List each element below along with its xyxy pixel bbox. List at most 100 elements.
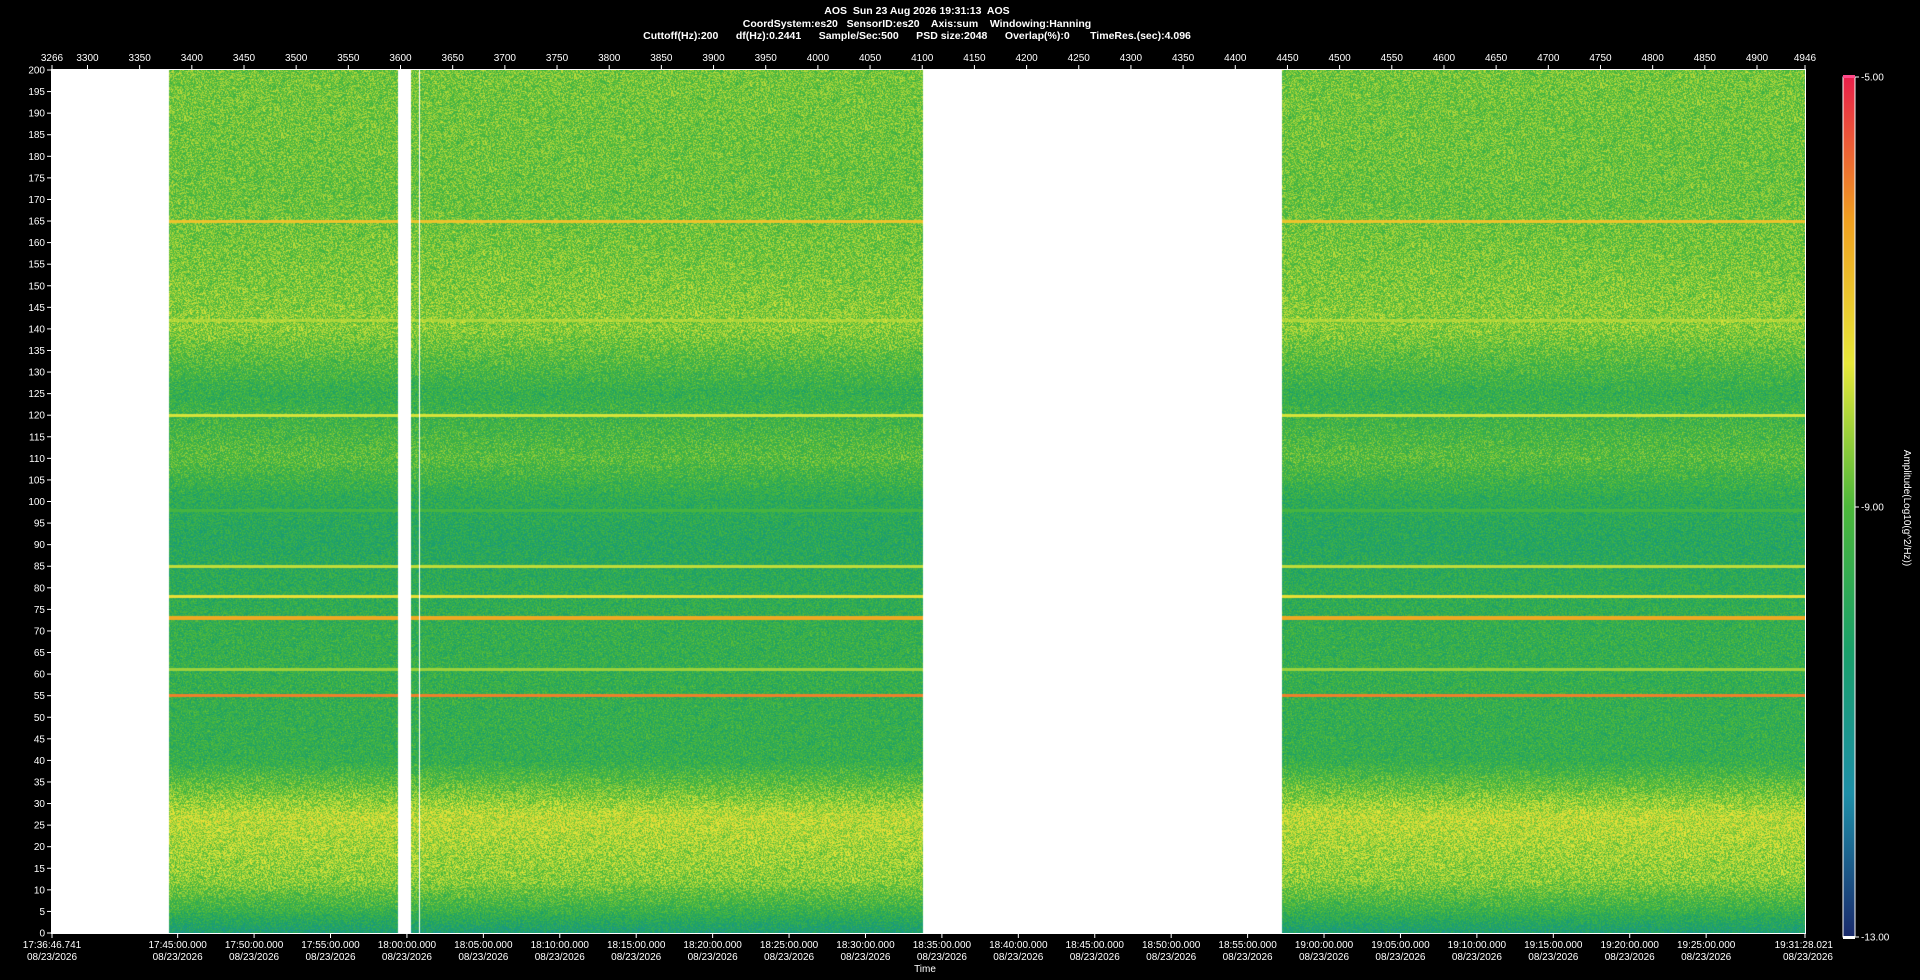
x-tick-time-label: 19:10:00.000: [1448, 940, 1507, 951]
x-tick-time-label: 18:10:00.000: [531, 940, 590, 951]
top-tick-label: 4100: [911, 53, 934, 64]
colorbar-tick-label: -13.00: [1861, 933, 1890, 944]
y-tick-label: 35: [34, 777, 46, 788]
y-tick-label: 190: [28, 109, 45, 120]
y-tick-label: 40: [34, 756, 46, 767]
x-tick-time-label: 18:55:00.000: [1218, 940, 1277, 951]
top-tick-label: 3266: [41, 53, 64, 64]
y-tick-label: 145: [28, 303, 45, 314]
y-tick-label: 15: [34, 864, 46, 875]
x-tick-date-label: 08/23/2026: [1146, 952, 1196, 963]
x-tick-date-label: 08/23/2026: [153, 952, 203, 963]
top-tick-label: 4250: [1068, 53, 1091, 64]
x-tick-date-label: 08/23/2026: [1223, 952, 1273, 963]
y-tick-label: 165: [28, 217, 45, 228]
top-tick-label: 4450: [1276, 53, 1299, 64]
y-tick-label: 105: [28, 475, 45, 486]
x-tick-date-label: 08/23/2026: [1783, 952, 1833, 963]
y-tick-label: 175: [28, 173, 45, 184]
top-tick-label: 4800: [1642, 53, 1665, 64]
x-tick-time-label: 19:25:00.000: [1677, 940, 1736, 951]
top-tick-label: 4300: [1120, 53, 1143, 64]
x-tick-date-label: 08/23/2026: [1452, 952, 1502, 963]
y-tick-label: 25: [34, 821, 46, 832]
colorbar-min-cap: [1843, 936, 1855, 939]
x-tick-time-label: 18:30:00.000: [836, 940, 895, 951]
top-tick-label: 3700: [494, 53, 517, 64]
y-tick-label: 75: [34, 605, 46, 616]
y-tick-label: 110: [29, 454, 45, 465]
y-tick-label: 185: [28, 130, 45, 141]
y-tick-label: 80: [34, 583, 46, 594]
x-tick-date-label: 08/23/2026: [458, 952, 508, 963]
top-tick-label: 4850: [1694, 53, 1717, 64]
y-tick-label: 170: [28, 195, 45, 206]
x-tick-time-label: 17:55:00.000: [301, 940, 360, 951]
x-tick-time-label: 18:15:00.000: [607, 940, 666, 951]
x-tick-date-label: 08/23/2026: [840, 952, 890, 963]
y-tick-label: 160: [28, 238, 45, 249]
x-tick-time-label: 19:20:00.000: [1601, 940, 1660, 951]
top-tick-label: 4946: [1794, 53, 1817, 64]
top-tick-label: 4150: [963, 53, 986, 64]
y-tick-label: 135: [28, 346, 45, 357]
x-tick-date-label: 08/23/2026: [382, 952, 432, 963]
top-tick-label: 3500: [285, 53, 308, 64]
x-tick-date-label: 08/23/2026: [1070, 952, 1120, 963]
top-tick-label: 4050: [859, 53, 882, 64]
x-tick-time-label: 18:05:00.000: [454, 940, 513, 951]
y-tick-label: 90: [34, 540, 46, 551]
top-tick-label: 3650: [442, 53, 465, 64]
x-tick-date-label: 08/23/2026: [535, 952, 585, 963]
x-axis-label: Time: [914, 964, 936, 975]
x-tick-date-label: 08/23/2026: [1528, 952, 1578, 963]
top-tick-label: 3950: [755, 53, 778, 64]
x-tick-date-label: 08/23/2026: [917, 952, 967, 963]
top-tick-label: 3400: [181, 53, 204, 64]
x-tick-time-label: 18:35:00.000: [913, 940, 972, 951]
y-tick-label: 60: [34, 670, 46, 681]
x-tick-date-label: 08/23/2026: [229, 952, 279, 963]
x-tick-time-label: 18:20:00.000: [683, 940, 742, 951]
y-tick-label: 5: [39, 907, 45, 918]
top-tick-label: 4650: [1485, 53, 1508, 64]
y-tick-label: 195: [28, 87, 45, 98]
x-tick-date-label: 08/23/2026: [1681, 952, 1731, 963]
x-tick-date-label: 08/23/2026: [1375, 952, 1425, 963]
colorbar: [1842, 76, 1856, 938]
top-tick-label: 3900: [702, 53, 725, 64]
top-tick-label: 4400: [1224, 53, 1247, 64]
y-tick-label: 85: [34, 562, 46, 573]
colorbar-tick-label: -5.00: [1861, 73, 1884, 84]
plot-frame: [51, 69, 1806, 934]
x-tick-time-label: 18:25:00.000: [760, 940, 819, 951]
y-tick-label: 100: [28, 497, 45, 508]
x-tick-time-label: 18:50:00.000: [1142, 940, 1201, 951]
colorbar-label: Amplitude(Log10(g^2/Hz)): [1901, 450, 1912, 566]
x-tick-time-label: 18:00:00.000: [378, 940, 437, 951]
y-tick-label: 0: [39, 929, 45, 940]
x-tick-date-label: 08/23/2026: [688, 952, 738, 963]
y-tick-label: 45: [34, 734, 46, 745]
x-tick-date-label: 08/23/2026: [764, 952, 814, 963]
y-tick-label: 55: [34, 691, 46, 702]
top-tick-label: 4750: [1589, 53, 1612, 64]
y-tick-label: 70: [34, 626, 46, 637]
y-tick-label: 10: [34, 885, 46, 896]
x-tick-time-label: 18:45:00.000: [1066, 940, 1125, 951]
top-tick-label: 3350: [129, 53, 152, 64]
top-tick-label: 4900: [1746, 53, 1769, 64]
y-tick-label: 130: [28, 368, 45, 379]
y-tick-label: 20: [34, 842, 46, 853]
x-tick-time-label: 19:31:28.021: [1775, 940, 1834, 951]
top-tick-label: 3750: [546, 53, 569, 64]
y-tick-label: 155: [28, 260, 45, 271]
top-tick-label: 4550: [1381, 53, 1404, 64]
top-tick-label: 4350: [1172, 53, 1195, 64]
top-tick-label: 3550: [337, 53, 360, 64]
y-tick-label: 125: [28, 389, 45, 400]
x-tick-time-label: 17:50:00.000: [225, 940, 284, 951]
x-tick-time-label: 19:15:00.000: [1524, 940, 1583, 951]
y-tick-label: 200: [28, 66, 45, 77]
x-tick-time-label: 17:36:46.741: [23, 940, 82, 951]
